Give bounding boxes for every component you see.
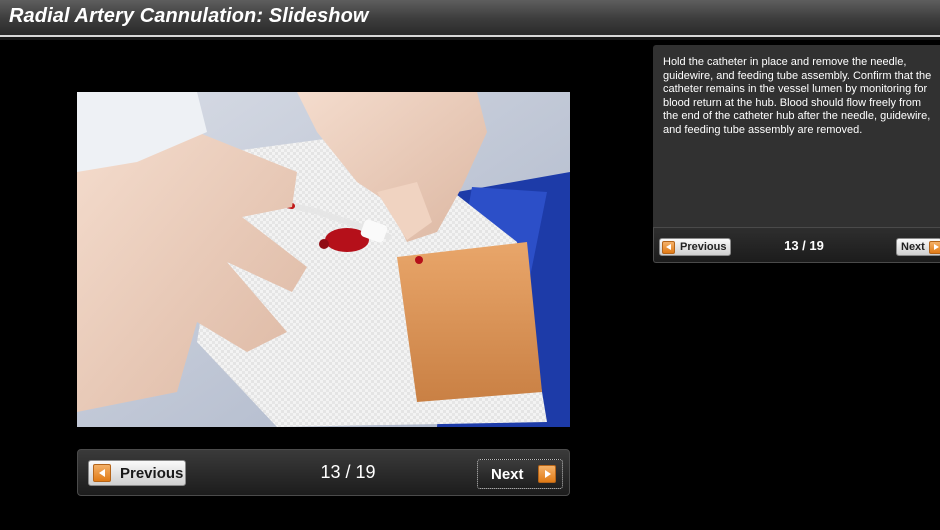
right-arrow-icon <box>537 465 556 483</box>
previous-button[interactable]: Previous <box>88 460 186 486</box>
left-arrow-icon <box>662 240 675 254</box>
right-arrow-icon <box>928 240 940 254</box>
caption-previous-label: Previous <box>680 241 727 253</box>
slide-counter: 13 / 19 <box>320 462 376 482</box>
caption-navbar: Previous 13 / 19 Next <box>653 227 940 263</box>
slide-caption: Hold the catheter in place and remove th… <box>663 56 932 136</box>
next-button-label: Next <box>491 465 524 483</box>
caption-next-button[interactable]: Next <box>896 238 940 256</box>
header-divider-shadow <box>0 37 940 40</box>
next-button[interactable]: Next <box>477 459 563 489</box>
left-arrow-icon <box>93 464 111 482</box>
previous-button-label: Previous <box>120 464 184 482</box>
caption-slide-counter: 13 / 19 <box>784 238 824 253</box>
caption-previous-button[interactable]: Previous <box>659 238 731 256</box>
caption-panel: Hold the catheter in place and remove th… <box>653 45 940 227</box>
caption-next-label: Next <box>901 241 925 253</box>
slideshow-navbar: Previous 13 / 19 Next <box>77 449 570 496</box>
slide-photo-illustration <box>77 92 570 427</box>
title-bar: Radial Artery Cannulation: Slideshow <box>0 0 940 35</box>
page-title: Radial Artery Cannulation: Slideshow <box>9 5 369 27</box>
slide-photo <box>77 92 570 427</box>
